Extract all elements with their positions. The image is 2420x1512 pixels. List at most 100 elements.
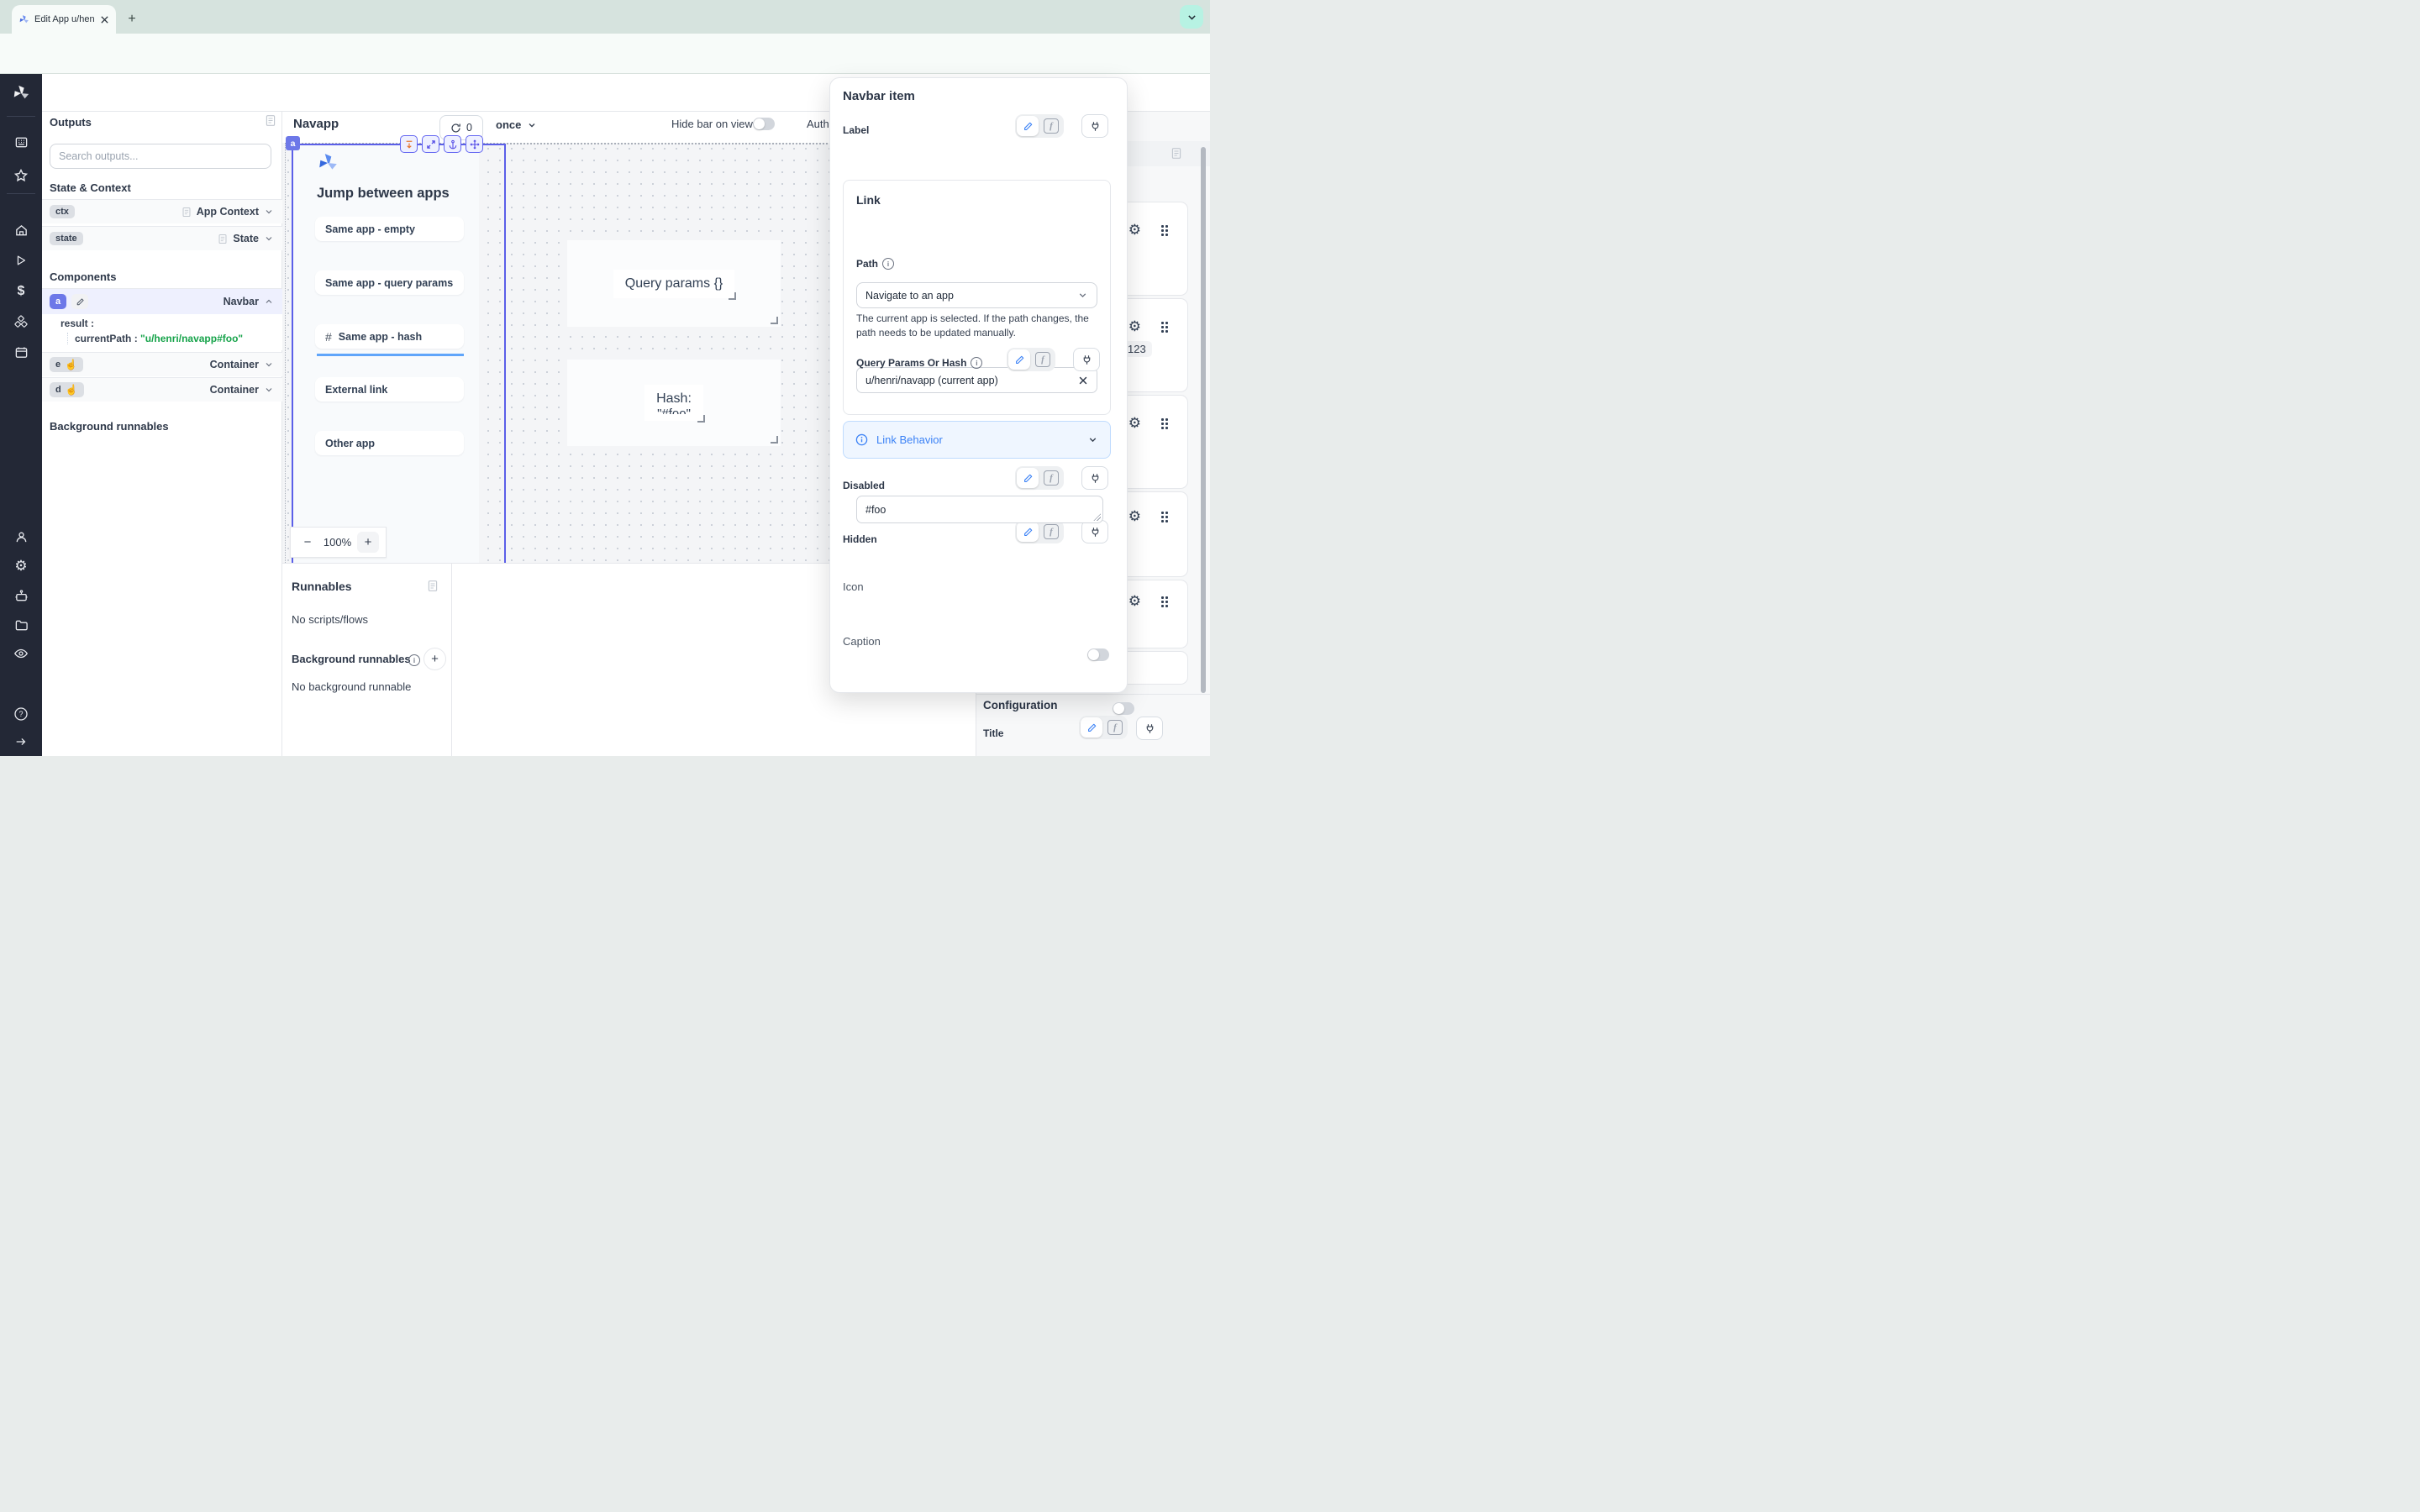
gear-icon[interactable]: ⚙ xyxy=(1128,509,1141,523)
runnables-doc-icon[interactable] xyxy=(427,580,439,592)
component-edit-pencil-icon[interactable] xyxy=(71,294,88,309)
component-row-container-e[interactable]: e☝ Container xyxy=(42,352,282,376)
runnables-title: Runnables xyxy=(292,580,352,593)
gear-icon[interactable]: ⚙ xyxy=(1128,319,1141,333)
anchor-button[interactable] xyxy=(444,135,461,153)
add-background-runnable-button[interactable]: + xyxy=(424,648,446,670)
auth-label: Auth xyxy=(807,118,829,130)
schedules-icon[interactable] xyxy=(0,342,42,362)
drag-grip-icon[interactable] xyxy=(1160,417,1169,429)
canvas-left-guide xyxy=(285,143,287,563)
expand-rail-icon[interactable] xyxy=(0,732,42,752)
path-input[interactable]: u/henri/navapp (current app) xyxy=(856,367,1097,393)
ctx-row[interactable]: ctx App Context xyxy=(42,199,282,223)
refresh-mode-dropdown[interactable]: once xyxy=(496,118,537,131)
nav-item-query-params[interactable]: Same app - query params xyxy=(315,270,464,295)
component-row-navbar[interactable]: a Navbar xyxy=(42,288,282,314)
connect-plug-button[interactable] xyxy=(1081,466,1108,490)
connect-plug-button[interactable] xyxy=(1136,717,1163,740)
hash-box[interactable]: Hash: "#foo" xyxy=(567,360,781,446)
clear-x-icon[interactable] xyxy=(1078,375,1088,386)
help-icon[interactable]: ? xyxy=(0,704,42,724)
chevron-down-icon[interactable] xyxy=(264,207,274,217)
resources-icon[interactable] xyxy=(0,312,42,332)
home-icon[interactable] xyxy=(0,220,42,240)
hidden-toggle[interactable] xyxy=(1113,702,1134,715)
state-row[interactable]: state State xyxy=(42,226,282,250)
variables-icon[interactable]: $ xyxy=(0,281,42,302)
link-behavior-alert[interactable]: Link Behavior xyxy=(843,421,1111,459)
fullscreen-button[interactable] xyxy=(422,135,439,153)
expr-f-button[interactable]: f xyxy=(1040,468,1062,488)
disabled-toggle[interactable] xyxy=(1087,648,1109,661)
component-e-badge: e xyxy=(55,360,60,370)
nav-item-other-app[interactable]: Other app xyxy=(315,431,464,455)
hide-bar-toggle[interactable] xyxy=(753,118,775,130)
zoom-in-button[interactable]: + xyxy=(357,532,379,553)
expand-down-button[interactable] xyxy=(400,135,418,153)
window-chevron-button[interactable] xyxy=(1180,5,1203,29)
browser-tab[interactable]: Edit App u/henri/navapp | Win xyxy=(12,5,116,34)
move-button[interactable] xyxy=(466,135,483,153)
selection-toolbar xyxy=(400,135,483,153)
connect-plug-button[interactable] xyxy=(1081,520,1108,543)
zoom-out-button[interactable]: − xyxy=(297,535,318,549)
chevron-down-icon[interactable] xyxy=(264,385,274,395)
gear-icon[interactable]: ⚙ xyxy=(1128,416,1141,430)
expr-f-button[interactable]: f xyxy=(1032,349,1054,370)
drag-grip-icon[interactable] xyxy=(1160,224,1169,236)
static-pencil-button[interactable] xyxy=(1017,522,1039,542)
query-params-input[interactable]: #foo xyxy=(856,496,1103,523)
runs-icon[interactable] xyxy=(0,250,42,270)
connect-plug-button[interactable] xyxy=(1081,114,1108,138)
outputs-title: Outputs xyxy=(50,116,92,129)
gear-icon[interactable]: ⚙ xyxy=(1128,223,1141,237)
gear-icon[interactable]: ⚙ xyxy=(1128,594,1141,608)
windmill-logo[interactable] xyxy=(0,74,42,112)
chevron-down-icon[interactable] xyxy=(264,360,274,370)
right-panel-scrollbar[interactable] xyxy=(1201,147,1206,693)
drag-grip-icon[interactable] xyxy=(1160,321,1169,333)
navbar-row-label: Navbar xyxy=(224,296,259,307)
static-pencil-button[interactable] xyxy=(1081,717,1102,738)
component-row-container-d[interactable]: d☝ Container xyxy=(42,377,282,402)
drag-grip-icon[interactable] xyxy=(1160,511,1169,522)
nav-item-label: Same app - empty xyxy=(325,223,415,235)
expr-f-button[interactable]: f xyxy=(1040,116,1062,136)
resize-corner[interactable] xyxy=(771,317,778,324)
apps-icon[interactable] xyxy=(0,132,42,152)
workers-icon[interactable] xyxy=(0,585,42,606)
link-type-select[interactable]: Navigate to an app xyxy=(856,282,1097,308)
search-outputs-input[interactable] xyxy=(50,144,271,169)
tab-close-icon[interactable] xyxy=(100,15,109,24)
ctx-label: App Context xyxy=(197,206,259,218)
resize-corner[interactable] xyxy=(771,436,778,444)
bottom-panel-divider[interactable] xyxy=(451,563,452,756)
settings-gear-icon[interactable]: ⚙ xyxy=(0,556,42,576)
connect-plug-button[interactable] xyxy=(1073,348,1100,371)
selected-component-tag: a xyxy=(286,136,300,150)
static-pencil-button[interactable] xyxy=(1008,349,1030,370)
users-icon[interactable] xyxy=(0,527,42,547)
static-pencil-button[interactable] xyxy=(1017,116,1039,136)
nav-item-hash[interactable]: # Same app - hash xyxy=(315,324,464,349)
new-tab-button[interactable]: + xyxy=(123,10,141,29)
chevron-down-icon xyxy=(1077,290,1088,301)
query-params-box[interactable]: Query params {} xyxy=(567,240,781,327)
favorites-star-icon[interactable] xyxy=(0,165,42,186)
drag-grip-icon[interactable] xyxy=(1160,596,1169,607)
right-panel-doc-icon[interactable] xyxy=(1171,147,1182,160)
expr-f-button[interactable]: f xyxy=(1104,717,1126,738)
chevron-down-icon[interactable] xyxy=(264,234,274,244)
audit-eye-icon[interactable] xyxy=(0,643,42,664)
nav-item-external[interactable]: External link xyxy=(315,377,464,402)
current-path-key: currentPath xyxy=(75,333,131,344)
static-pencil-button[interactable] xyxy=(1017,468,1039,488)
outputs-doc-icon[interactable] xyxy=(265,114,276,127)
expr-f-button[interactable]: f xyxy=(1040,522,1062,542)
nav-item-empty[interactable]: Same app - empty xyxy=(315,217,464,241)
path-help-text: The current app is selected. If the path… xyxy=(856,312,1102,340)
title-input-mode-group: f xyxy=(1079,716,1128,739)
folders-icon[interactable] xyxy=(0,615,42,635)
chevron-up-icon[interactable] xyxy=(264,297,274,307)
